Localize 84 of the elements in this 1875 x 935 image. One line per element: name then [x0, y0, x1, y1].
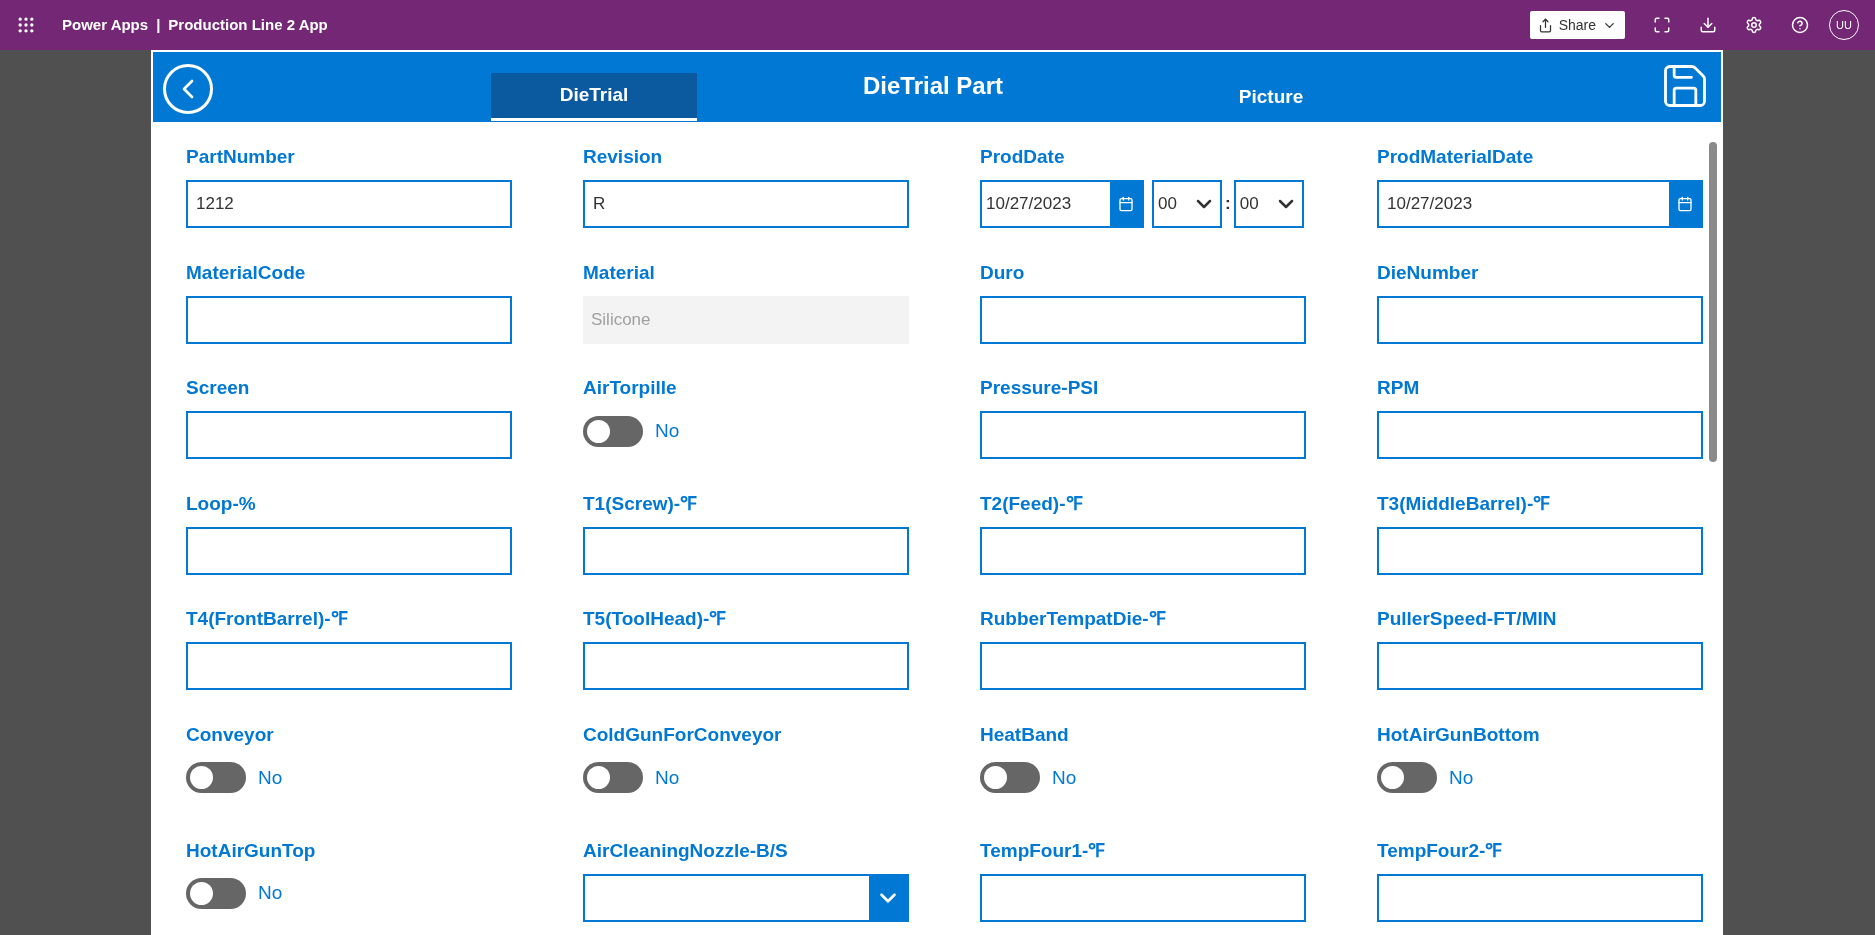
field-label: PullerSpeed-FT/MIN: [1377, 607, 1558, 632]
dropdown-field[interactable]: [583, 873, 909, 922]
text-field[interactable]: [186, 411, 512, 460]
field-label: HeatBand: [980, 722, 1070, 747]
field-label: T1(Screw)-℉: [583, 491, 699, 516]
field-label: HotAirGunBottom: [1377, 722, 1541, 747]
text-field[interactable]: [1377, 642, 1703, 691]
field-label: RubberTempatDie-℉: [980, 607, 1167, 632]
toggle-switch[interactable]: [186, 878, 246, 910]
toggle-state: No: [655, 765, 680, 790]
field-label: T3(MiddleBarrel)-℉: [1377, 491, 1552, 516]
calendar-icon: [1118, 196, 1134, 212]
text-field[interactable]: [1377, 526, 1703, 575]
field-label: ColdGunForConveyor: [583, 722, 783, 747]
toggle-state: No: [655, 418, 680, 443]
field-label: Pressure-PSI: [980, 376, 1100, 401]
field-label: DieNumber: [1377, 260, 1480, 285]
minute-dropdown[interactable]: 00: [1233, 180, 1304, 228]
field-label: TempFour2-℉: [1377, 838, 1504, 863]
app-name: Power Apps: [62, 14, 149, 35]
field-label: ProdMaterialDate: [1377, 145, 1535, 169]
calendar-button[interactable]: [1110, 182, 1142, 226]
text-field[interactable]: [980, 873, 1306, 922]
field-label: TempFour1-℉: [980, 838, 1107, 863]
field-label: PartNumber: [186, 145, 296, 169]
hour-dropdown[interactable]: 00: [1152, 180, 1222, 228]
date-value: 10/27/2023: [1386, 193, 1474, 216]
field-label: AirTorpille: [583, 376, 678, 401]
toggle-state: No: [258, 765, 283, 790]
field-label: Revision: [583, 145, 664, 169]
tab[interactable]: DieTrial: [491, 73, 697, 121]
field-label: MaterialCode: [186, 260, 307, 285]
date-field[interactable]: 10/27/2023: [980, 180, 1144, 228]
field-label: Duro: [980, 260, 1026, 285]
field-label: HotAirGunTop: [186, 838, 317, 863]
text-field[interactable]: [186, 642, 512, 691]
toggle-state: No: [258, 881, 283, 906]
text-field[interactable]: [1377, 411, 1703, 460]
toggle-switch[interactable]: [583, 762, 643, 794]
settings-icon[interactable]: [1745, 16, 1763, 34]
text-field[interactable]: [980, 411, 1306, 460]
toggle-switch[interactable]: [980, 762, 1040, 794]
toggle-state: No: [1449, 765, 1474, 790]
page-title: DieTrial Part: [861, 71, 1005, 101]
calendar-button[interactable]: [1669, 182, 1701, 226]
date-value: 10/27/2023: [985, 193, 1073, 216]
field-label: AirCleaningNozzle-B/S: [583, 838, 789, 863]
help-icon[interactable]: [1791, 16, 1809, 34]
back-button[interactable]: [163, 64, 213, 114]
app-launcher-icon[interactable]: [16, 15, 36, 35]
text-field[interactable]: [186, 295, 512, 344]
text-field[interactable]: 1212: [186, 180, 512, 228]
toggle-state: No: [1052, 765, 1077, 790]
text-field[interactable]: [1377, 295, 1703, 344]
time-separator: :: [1225, 193, 1231, 216]
fit-screen-icon[interactable]: [1653, 16, 1671, 34]
text-field[interactable]: [1377, 873, 1703, 922]
field-label: RPM: [1377, 376, 1421, 401]
field-label: Material: [583, 260, 656, 285]
share-icon: [1537, 17, 1553, 33]
text-field[interactable]: [980, 642, 1306, 691]
toggle-switch[interactable]: [583, 415, 643, 447]
date-field[interactable]: 10/27/2023: [1377, 180, 1703, 228]
text-field[interactable]: R: [583, 180, 909, 228]
calendar-icon: [1677, 196, 1693, 212]
text-field[interactable]: [583, 526, 909, 575]
field-label: ProdDate: [980, 145, 1066, 169]
app-title: Production Line 2 App: [168, 14, 328, 35]
field-label: T2(Feed)-℉: [980, 491, 1084, 516]
text-field[interactable]: [980, 526, 1306, 575]
field-label: T5(ToolHead)-℉: [583, 607, 728, 632]
toggle-switch[interactable]: [186, 762, 246, 794]
field-label: Conveyor: [186, 722, 275, 747]
field-label: T4(FrontBarrel)-℉: [186, 607, 349, 632]
text-field[interactable]: [583, 642, 909, 691]
toggle-switch[interactable]: [1377, 762, 1437, 794]
text-field[interactable]: [186, 526, 512, 575]
share-button[interactable]: Share: [1529, 11, 1625, 39]
download-icon[interactable]: [1699, 16, 1717, 34]
field-label: Loop-%: [186, 491, 257, 516]
field-label: Screen: [186, 376, 251, 401]
tab[interactable]: Picture: [1168, 73, 1374, 121]
title-separator: |: [156, 14, 161, 35]
text-field[interactable]: [980, 295, 1306, 344]
